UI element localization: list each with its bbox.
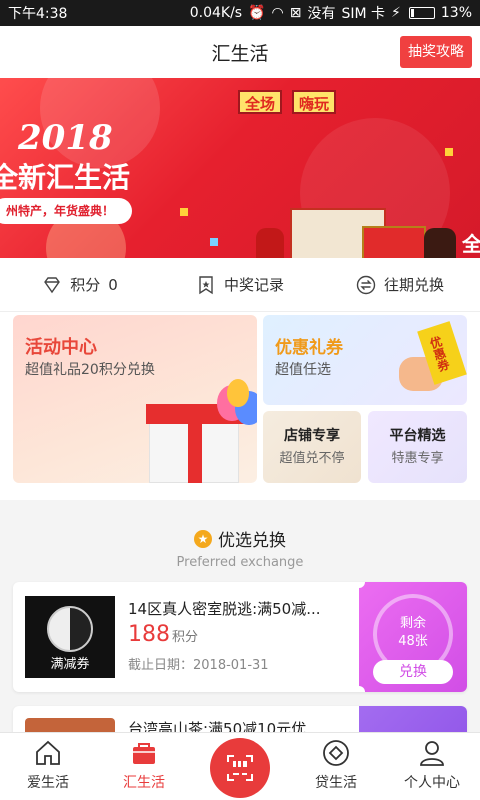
coupon-stub: 剩余 48张 兑换: [353, 582, 467, 692]
app-root: 下午4:38 0.04K/s ⏰ ◠ ⊠ 没有 SIM 卡 ⚡ 13% 汇生活 …: [0, 0, 480, 800]
header: 汇生活 抽奖攻略: [0, 26, 480, 78]
promo-banner[interactable]: 2018 全新汇生活 州特产，年货盛典！ 全场 嗨玩 全 徐州: [0, 78, 480, 258]
points-number: 188: [128, 622, 170, 647]
preferred-exchange-section: ★ 优选兑换 Preferred exchange 满减券 14区真人密室脱逃:…: [0, 512, 480, 746]
activity-subtitle: 超值礼品20积分兑换: [25, 362, 155, 378]
tab-label: 个人中心: [404, 775, 460, 791]
star-icon: ★: [194, 529, 212, 548]
diamond-icon: [44, 276, 61, 293]
tab-personal-center[interactable]: 个人中心: [384, 733, 480, 800]
platform-subtitle: 特惠专享: [391, 451, 444, 466]
tab-loan-life[interactable]: 贷生活: [288, 733, 384, 800]
shop-subtitle: 超值兑不停: [279, 451, 345, 466]
status-carrier-1: 没有: [307, 6, 336, 22]
exchange-button[interactable]: 兑换: [373, 660, 453, 684]
platform-picks-card[interactable]: 平台精选 特惠专享: [368, 411, 467, 483]
banner-pill: 州特产，年货盛典！: [0, 198, 132, 224]
coupon-title: 优惠礼券: [275, 338, 343, 358]
item-thumbnail: 满减券: [25, 596, 115, 678]
bag-icon: [133, 743, 155, 764]
charging-icon: ⚡: [391, 5, 401, 21]
activity-center-card[interactable]: 活动中心 超值礼品20积分兑换: [13, 315, 257, 483]
points-label: 积分: [70, 276, 101, 294]
gift-box-icon: [146, 404, 244, 483]
status-speed: 0.04K/s: [189, 5, 243, 21]
section-title-row: ★ 优选兑换: [194, 526, 286, 551]
points-value: 0: [108, 275, 118, 294]
points-button[interactable]: 积分 0: [0, 258, 160, 311]
banner-tag-2: 嗨玩: [292, 90, 337, 114]
status-right: 0.04K/s ⏰ ◠ ⊠ 没有 SIM 卡 ⚡ 13%: [190, 3, 472, 23]
tab-label: 贷生活: [315, 775, 357, 791]
home-icon: [36, 740, 60, 765]
tab-label: 爱生活: [27, 775, 69, 791]
item-title: 14区真人密室脱逃:满50减...: [128, 600, 321, 618]
tab-love-life[interactable]: 爱生活: [0, 733, 96, 800]
tab-hui-life[interactable]: 汇生活: [96, 733, 192, 800]
banner-confetti: [180, 208, 188, 216]
quick-actions: 积分 0 中奖记录 往期兑换: [0, 258, 480, 312]
shop-exclusive-card[interactable]: 店铺专享 超值兑不停: [263, 411, 361, 483]
item-deadline: 截止日期：2018-01-31: [128, 658, 269, 673]
tab-label: 汇生活: [123, 775, 165, 791]
exchange-icon: [356, 275, 376, 294]
banner-year: 2018: [18, 118, 113, 158]
banner-confetti: [445, 148, 453, 156]
win-records-label: 中奖记录: [223, 276, 284, 294]
status-time: 下午4:38: [8, 6, 68, 22]
yin-yang-icon: [47, 606, 93, 652]
win-records-button[interactable]: 中奖记录: [160, 258, 320, 311]
alarm-icon: ⏰: [248, 5, 266, 21]
scan-icon: [227, 755, 253, 781]
points-unit: 积分: [172, 630, 199, 645]
remaining-count: 48张: [398, 634, 428, 649]
history-exchange-label: 往期兑换: [383, 276, 444, 294]
coupon-subtitle: 超值任选: [275, 362, 331, 378]
exchange-item[interactable]: 满减券 14区真人密室脱逃:满50减... 188 积分 截止日期：2018-01…: [13, 582, 467, 692]
shop-title: 店铺专享: [284, 428, 340, 444]
liquor-bottle-image: [256, 228, 284, 258]
wifi-icon: ◠: [271, 5, 284, 21]
battery-icon: [408, 7, 435, 19]
lottery-guide-button[interactable]: 抽奖攻略: [400, 36, 472, 68]
sim-icon: ⊠: [289, 5, 302, 21]
scan-button[interactable]: [210, 738, 270, 798]
status-battery: 13%: [440, 5, 472, 21]
status-carrier-2: SIM 卡: [341, 6, 386, 22]
status-bar: 下午4:38 0.04K/s ⏰ ◠ ⊠ 没有 SIM 卡 ⚡ 13%: [0, 0, 480, 26]
banner-next-text: 全: [462, 232, 480, 256]
remaining-label: 剩余: [399, 616, 426, 631]
section-header: ★ 优选兑换 Preferred exchange: [0, 512, 480, 572]
activity-title: 活动中心: [25, 337, 97, 358]
loan-icon: [323, 740, 349, 766]
coupon-ticket-text: 优惠券: [426, 334, 452, 374]
sauce-bottle-image: [424, 228, 456, 258]
banner-slogan: 全新汇生活: [0, 161, 131, 194]
item-points: 188 积分: [128, 622, 198, 647]
stub-notch: [353, 686, 365, 692]
coupon-card[interactable]: 优惠礼券 超值任选 优惠券: [263, 315, 467, 405]
page-title: 汇生活: [211, 42, 269, 65]
platform-title: 平台精选: [389, 428, 446, 444]
banner-confetti: [210, 238, 218, 246]
section-title: 优选兑换: [218, 531, 286, 551]
thumbnail-label: 满减券: [50, 657, 90, 672]
bookmark-star-icon: [199, 275, 213, 294]
gift-bag-image: [362, 226, 426, 258]
history-exchange-button[interactable]: 往期兑换: [320, 258, 480, 311]
section-subtitle: Preferred exchange: [176, 555, 304, 570]
person-icon: [420, 741, 444, 766]
stub-notch: [353, 582, 365, 588]
category-cards: 活动中心 超值礼品20积分兑换 优惠礼券 超值任选 优惠券 店铺专享 超值兑不停…: [0, 312, 480, 500]
balloon-icon: [227, 379, 249, 407]
banner-tag-1: 全场: [238, 90, 283, 114]
